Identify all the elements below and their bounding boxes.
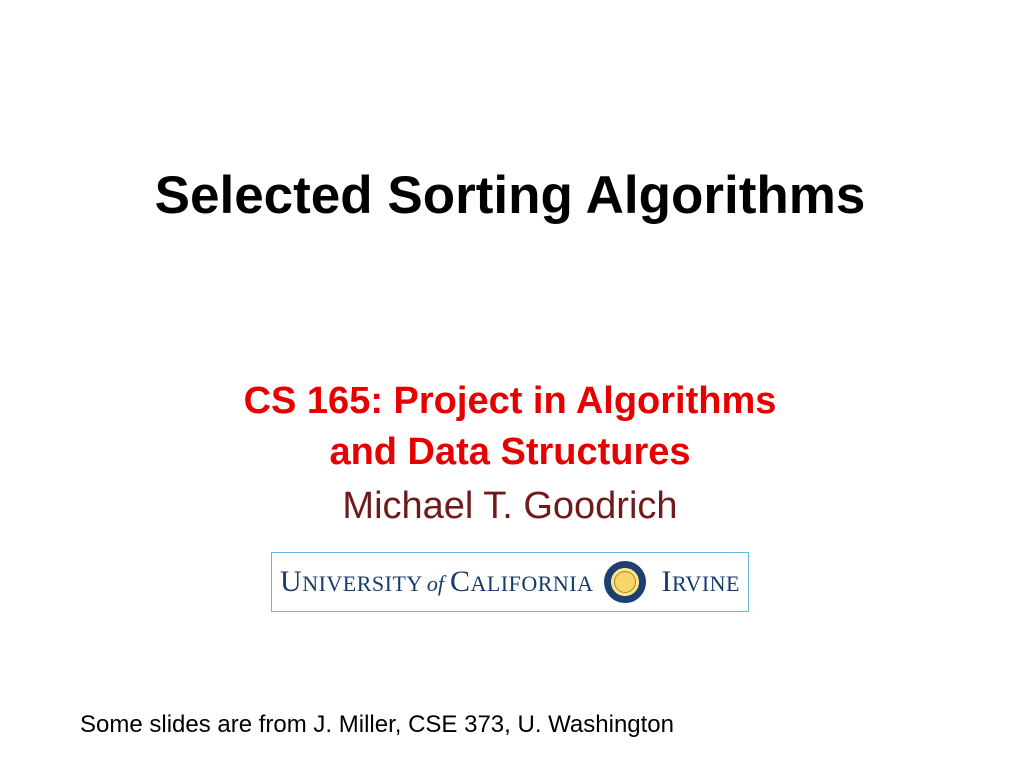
university-logo: UNIVERSITY of CALIFORNIA IRVINE: [271, 552, 749, 612]
attribution-note: Some slides are from J. Miller, CSE 373,…: [80, 711, 674, 739]
slide: Selected Sorting Algorithms CS 165: Proj…: [0, 0, 1020, 765]
logo-irvine-rest: RVINE: [672, 571, 740, 597]
course-title-line2: and Data Structures: [244, 427, 777, 478]
slide-title: Selected Sorting Algorithms: [155, 165, 866, 226]
logo-california-initial: C: [450, 565, 471, 599]
logo-of: of: [427, 571, 444, 597]
logo-university-rest: NIVERSITY: [302, 571, 423, 597]
logo-text: UNIVERSITY of CALIFORNIA: [280, 565, 593, 599]
logo-irvine: IRVINE: [662, 565, 740, 599]
logo-university-initial: U: [280, 565, 302, 599]
logo-california-rest: ALIFORNIA: [470, 571, 593, 597]
course-title-line1: CS 165: Project in Algorithms: [244, 376, 777, 427]
subtitle-block: CS 165: Project in Algorithms and Data S…: [244, 376, 777, 528]
seal-icon: [604, 561, 646, 603]
author-name: Michael T. Goodrich: [244, 485, 777, 528]
logo-irvine-initial: I: [662, 565, 673, 599]
